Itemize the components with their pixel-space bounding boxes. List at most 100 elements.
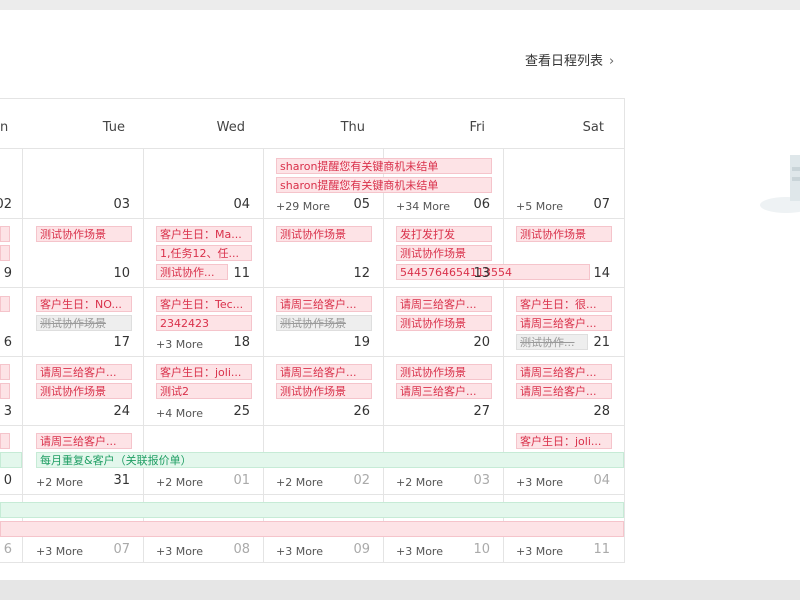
day-number[interactable]: 25 — [210, 404, 250, 419]
event-item[interactable]: 5445764654113554 — [396, 264, 590, 280]
day-number[interactable]: 24 — [90, 404, 130, 419]
event-item[interactable]: 测试协作场景 — [276, 383, 372, 399]
event-span-bar[interactable] — [0, 452, 22, 468]
day-number[interactable]: 10 — [450, 542, 490, 557]
day-number[interactable]: 09 — [330, 542, 370, 557]
more-events-link[interactable]: +3 More — [516, 476, 563, 489]
event-item[interactable]: 1,任务12、任... — [156, 245, 252, 261]
day-number[interactable]: 07 — [90, 542, 130, 557]
event-item[interactable]: sharon提醒您有关键商机未结单 — [276, 177, 492, 193]
event-item[interactable]: 测试协作场景 — [516, 226, 612, 242]
event-item[interactable]: 测试协作场景 — [396, 245, 492, 261]
day-number[interactable]: 14 — [570, 266, 610, 281]
day-number[interactable]: 20 — [450, 335, 490, 350]
day-number[interactable]: 10 — [90, 266, 130, 281]
side-panel — [642, 10, 800, 580]
day-number[interactable]: 31 — [90, 473, 130, 488]
day-number[interactable]: 03 — [90, 197, 130, 212]
more-events-link[interactable]: +3 More — [156, 545, 203, 558]
day-number[interactable]: 28 — [570, 404, 610, 419]
event-item[interactable]: 请周三给客户... — [396, 383, 492, 399]
event-item[interactable]: sharon提醒您有关键商机未结单 — [276, 158, 492, 174]
more-events-link[interactable]: +5 More — [516, 200, 563, 213]
day-number[interactable]: 08 — [210, 542, 250, 557]
day-number[interactable]: 06 — [450, 197, 490, 212]
day-number[interactable]: 9 — [0, 266, 12, 281]
event-item[interactable] — [0, 364, 10, 380]
event-item[interactable] — [0, 226, 10, 242]
event-span-bar[interactable] — [0, 521, 624, 537]
event-item[interactable]: 客户生日：NO... — [36, 296, 132, 312]
event-item[interactable]: 测试2 — [156, 383, 252, 399]
more-events-link[interactable]: +34 More — [396, 200, 450, 213]
event-item[interactable] — [0, 383, 10, 399]
event-item[interactable] — [0, 245, 10, 261]
event-item[interactable]: 发打发打发 — [396, 226, 492, 242]
day-number[interactable]: 18 — [210, 335, 250, 350]
day-number[interactable]: 11 — [210, 266, 250, 281]
event-item[interactable]: 客户生日：joli... — [156, 364, 252, 380]
more-events-link[interactable]: +3 More — [36, 545, 83, 558]
more-events-link[interactable]: +29 More — [276, 200, 330, 213]
day-number[interactable]: 11 — [570, 542, 610, 557]
event-item[interactable]: 测试协作场景 — [36, 226, 132, 242]
event-item[interactable]: 请周三给客户... — [36, 364, 132, 380]
event-item[interactable]: 测试协作场景 — [36, 315, 132, 331]
day-number[interactable]: 13 — [450, 266, 490, 281]
day-number[interactable]: 0 — [0, 473, 12, 488]
day-number[interactable]: 12 — [330, 266, 370, 281]
day-number[interactable]: 27 — [450, 404, 490, 419]
view-schedule-list-link[interactable]: 查看日程列表 › — [525, 50, 614, 69]
day-number[interactable]: 17 — [90, 335, 130, 350]
event-item[interactable] — [0, 296, 10, 312]
event-item[interactable]: 客户生日：Tec... — [156, 296, 252, 312]
day-number[interactable]: 07 — [570, 197, 610, 212]
day-number[interactable]: 03 — [450, 473, 490, 488]
day-number[interactable]: 01 — [210, 473, 250, 488]
event-item[interactable]: 请周三给客户... — [276, 364, 372, 380]
more-events-link[interactable]: +3 More — [516, 545, 563, 558]
more-events-link[interactable]: +3 More — [276, 545, 323, 558]
day-number[interactable]: 26 — [330, 404, 370, 419]
event-item[interactable]: 请周三给客户... — [276, 296, 372, 312]
event-span-bar[interactable] — [0, 502, 624, 518]
more-events-link[interactable]: +2 More — [276, 476, 323, 489]
day-number[interactable]: 21 — [570, 335, 610, 350]
event-item[interactable] — [0, 433, 10, 449]
more-events-link[interactable]: +2 More — [36, 476, 83, 489]
event-item[interactable]: 测试协作场景 — [36, 383, 132, 399]
event-item[interactable]: 测试协作场景 — [276, 226, 372, 242]
event-item[interactable]: 请周三给客户... — [516, 364, 612, 380]
more-events-link[interactable]: +3 More — [396, 545, 443, 558]
more-events-link[interactable]: +2 More — [156, 476, 203, 489]
day-number[interactable]: 3 — [0, 404, 12, 419]
more-events-link[interactable]: +2 More — [396, 476, 443, 489]
event-item[interactable]: 请周三给客户... — [516, 383, 612, 399]
day-number[interactable]: 02 — [0, 197, 12, 212]
event-item[interactable]: 测试协作场景 — [276, 315, 372, 331]
row-divider — [0, 494, 625, 495]
event-item[interactable]: 请周三给客户... — [396, 296, 492, 312]
day-number[interactable]: 04 — [570, 473, 610, 488]
event-item[interactable]: 请周三给客户... — [516, 315, 612, 331]
more-events-link[interactable]: +3 More — [156, 338, 203, 351]
day-number[interactable]: 02 — [330, 473, 370, 488]
day-number[interactable]: 04 — [210, 197, 250, 212]
weekday-mon: n — [0, 120, 9, 135]
row-divider — [0, 425, 625, 426]
event-item[interactable]: 测试协作场景 — [396, 315, 492, 331]
illustration-icon — [760, 155, 800, 213]
event-item[interactable]: 客户生日：很... — [516, 296, 612, 312]
event-item[interactable]: 2342423 — [156, 315, 252, 331]
row-divider — [0, 218, 625, 219]
day-number[interactable]: 6 — [0, 542, 12, 557]
more-events-link[interactable]: +4 More — [156, 407, 203, 420]
event-item[interactable]: 请周三给客户... — [36, 433, 132, 449]
event-item[interactable]: 客户生日：joli... — [516, 433, 612, 449]
day-number[interactable]: 6 — [0, 335, 12, 350]
day-number[interactable]: 19 — [330, 335, 370, 350]
day-number[interactable]: 05 — [330, 197, 370, 212]
event-item[interactable]: 客户生日：Ma... — [156, 226, 252, 242]
event-item[interactable]: 测试协作场景 — [396, 364, 492, 380]
event-item-recurring[interactable]: 每月重复&客户（关联报价单） — [36, 452, 624, 468]
